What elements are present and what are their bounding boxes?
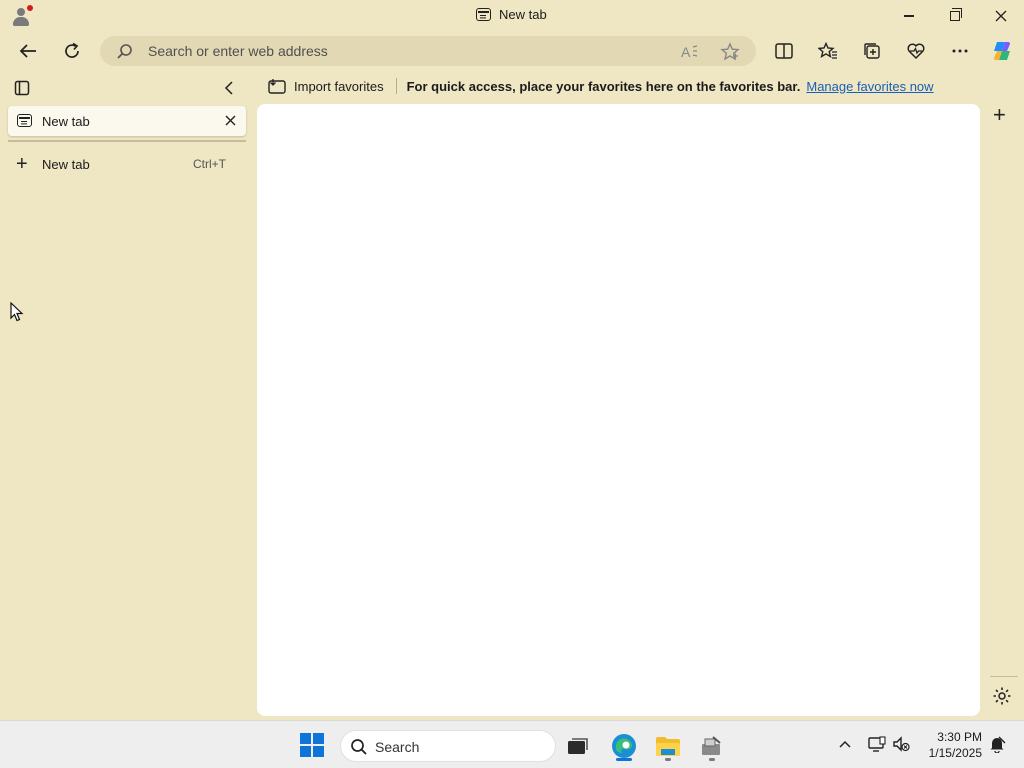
split-screen-icon xyxy=(775,43,793,59)
collections-button[interactable] xyxy=(856,36,888,66)
favorite-star-icon[interactable] xyxy=(720,42,740,62)
favorites-bar: Import favorites For quick access, place… xyxy=(256,74,976,98)
taskbar-search-label: Search xyxy=(375,739,420,755)
favorites-divider xyxy=(395,78,397,94)
split-screen-button[interactable] xyxy=(768,36,800,66)
copilot-icon xyxy=(994,42,1010,60)
svg-text:A: A xyxy=(681,44,691,60)
address-input[interactable] xyxy=(148,41,668,61)
tab-page-icon xyxy=(17,114,32,127)
browser-toolbar: A xyxy=(0,32,1024,70)
clock-time: 3:30 PM xyxy=(937,730,982,744)
notification-dot xyxy=(27,5,33,11)
app-installer-icon xyxy=(702,736,721,755)
back-arrow-icon xyxy=(19,44,36,58)
sidebar-settings-button[interactable] xyxy=(992,686,1012,712)
search-icon xyxy=(117,44,132,59)
minimize-button[interactable] xyxy=(886,0,932,32)
volume-muted-icon[interactable] xyxy=(890,733,912,755)
edge-browser-icon xyxy=(612,734,636,758)
new-tab-shortcut: Ctrl+T xyxy=(193,157,226,171)
window-title: New tab xyxy=(476,7,547,22)
active-app-indicator xyxy=(616,758,632,761)
refresh-icon xyxy=(65,42,79,58)
vertical-tab-label: New tab xyxy=(42,114,90,129)
app-taskbar-button[interactable] xyxy=(694,729,730,763)
browser-essentials-heart-icon xyxy=(907,43,925,60)
title-bar: New tab xyxy=(0,0,1024,32)
close-window-button[interactable] xyxy=(978,0,1024,32)
sidebar-add-button[interactable]: + xyxy=(993,102,1006,128)
back-button[interactable] xyxy=(12,36,44,66)
search-icon xyxy=(351,739,367,755)
close-icon xyxy=(995,10,1007,22)
settings-and-more-button[interactable] xyxy=(944,36,976,66)
collections-icon xyxy=(864,43,880,59)
gear-icon xyxy=(993,687,1011,705)
manage-favorites-link[interactable]: Manage favorites now xyxy=(806,79,933,94)
import-favorites-label: Import favorites xyxy=(294,78,384,94)
clock-date: 1/15/2025 xyxy=(928,746,982,760)
sidebar-divider xyxy=(990,676,1018,677)
window-title-text: New tab xyxy=(499,7,547,22)
close-tab-button[interactable] xyxy=(222,112,238,128)
tab-page-icon xyxy=(476,8,491,21)
collapse-pane-button[interactable] xyxy=(222,80,236,99)
profile-avatar-icon[interactable] xyxy=(10,5,33,27)
edge-taskbar-button[interactable] xyxy=(606,729,642,763)
app-running-indicator xyxy=(709,758,715,761)
read-aloud-icon[interactable]: A xyxy=(680,42,700,62)
chevron-left-icon xyxy=(224,81,233,95)
favorites-bar-message: For quick access, place your favorites h… xyxy=(406,78,801,94)
page-content[interactable] xyxy=(257,104,980,716)
taskbar-search[interactable]: Search xyxy=(340,730,556,762)
tab-actions-icon xyxy=(14,80,30,96)
app-running-indicator xyxy=(665,758,671,761)
minimize-icon xyxy=(904,15,914,17)
start-button-windows-icon[interactable] xyxy=(300,733,324,757)
new-tab-label: New tab xyxy=(42,157,90,172)
new-tab-button[interactable]: + New tab Ctrl+T xyxy=(8,150,238,178)
close-icon xyxy=(225,115,235,125)
import-favorites-button[interactable]: Import favorites xyxy=(256,75,396,97)
vertical-tab-new-tab[interactable]: New tab xyxy=(8,106,246,136)
network-status-icon[interactable] xyxy=(866,733,888,755)
task-view-button[interactable] xyxy=(560,729,596,763)
folder-icon xyxy=(656,737,680,756)
tab-divider xyxy=(8,140,246,142)
show-hidden-icons-button[interactable] xyxy=(834,733,856,755)
file-explorer-taskbar-button[interactable] xyxy=(650,729,686,763)
notifications-bell-icon[interactable] xyxy=(986,733,1008,755)
plus-icon: + xyxy=(16,153,28,175)
restore-icon xyxy=(950,8,962,21)
task-view-icon xyxy=(568,738,588,754)
tab-actions-menu-button[interactable] xyxy=(14,80,30,99)
refresh-button[interactable] xyxy=(56,36,88,66)
address-bar[interactable]: A xyxy=(100,36,756,66)
mouse-pointer-icon xyxy=(10,301,24,325)
copilot-button[interactable] xyxy=(986,36,1018,66)
chevron-up-icon xyxy=(839,740,851,748)
vertical-tabs-pane: New tab + New tab Ctrl+T xyxy=(0,72,256,720)
favorites-icon xyxy=(818,42,837,59)
import-favorites-icon xyxy=(268,79,286,94)
taskbar-clock[interactable]: 3:30 PM 1/15/2025 xyxy=(918,729,982,761)
more-dots-icon xyxy=(952,49,968,53)
taskbar: Search 3:30 PM 1/15/2025 xyxy=(0,720,1024,768)
vertical-tabs-header xyxy=(0,72,256,104)
restore-button[interactable] xyxy=(932,0,978,32)
browser-essentials-button[interactable] xyxy=(900,36,932,66)
favorites-button[interactable] xyxy=(812,36,844,66)
right-sidebar: + xyxy=(984,96,1024,720)
